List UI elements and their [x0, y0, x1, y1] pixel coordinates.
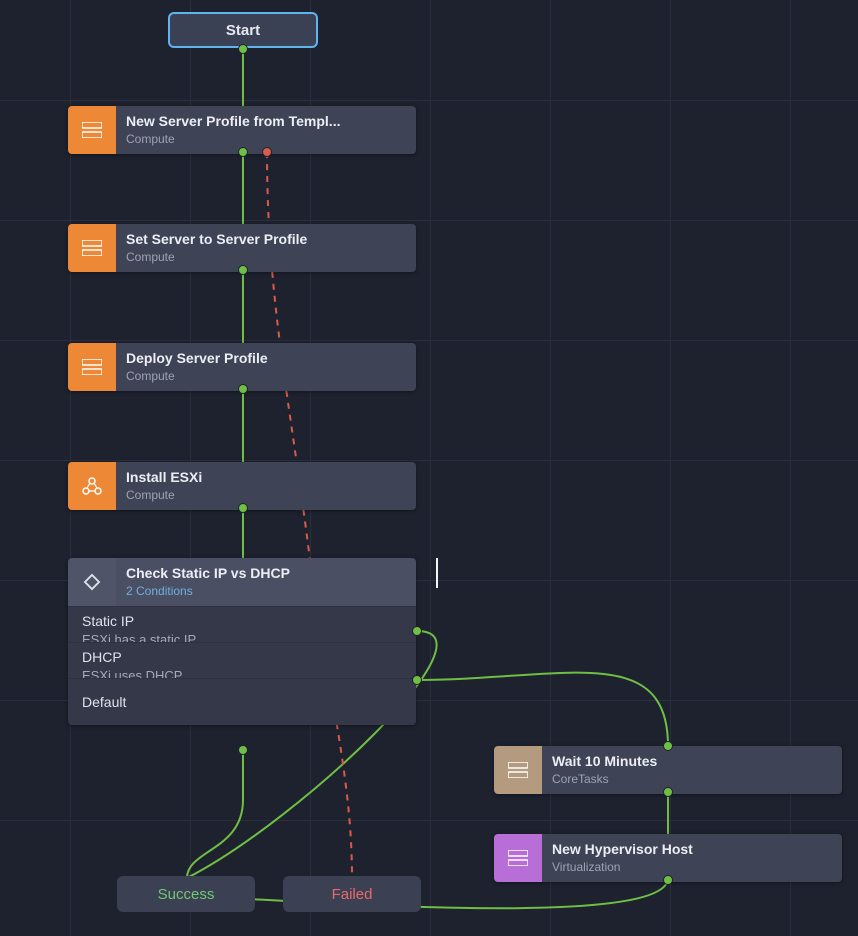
port-success[interactable] [238, 265, 248, 275]
task-title: New Server Profile from Templ... [126, 113, 406, 129]
condition-row-default[interactable]: Default [68, 678, 416, 725]
port-static-ip[interactable] [412, 626, 422, 636]
task-title: New Hypervisor Host [552, 841, 832, 857]
port-out[interactable] [238, 44, 248, 54]
condition-row-dhcp[interactable]: DHCP ESXi uses DHCP [68, 642, 416, 678]
task-title: Deploy Server Profile [126, 350, 406, 366]
server-icon [68, 224, 116, 272]
task-category: CoreTasks [552, 772, 832, 786]
diamond-icon [68, 558, 116, 606]
server-icon [494, 834, 542, 882]
alignment-guide [436, 558, 438, 588]
task-title: Install ESXi [126, 469, 406, 485]
condition-title: Check Static IP vs DHCP [126, 565, 406, 581]
condition-count: 2 Conditions [126, 584, 406, 598]
port-fail[interactable] [262, 147, 272, 157]
task-category: Compute [126, 132, 406, 146]
success-node[interactable]: Success [117, 876, 255, 912]
port-success[interactable] [238, 503, 248, 513]
port-out[interactable] [663, 875, 673, 885]
port-success[interactable] [238, 147, 248, 157]
task-title: Wait 10 Minutes [552, 753, 832, 769]
task-category: Compute [126, 488, 406, 502]
port-success[interactable] [238, 384, 248, 394]
failed-node[interactable]: Failed [283, 876, 421, 912]
server-icon [494, 746, 542, 794]
server-icon [68, 343, 116, 391]
start-label: Start [226, 22, 260, 39]
start-node[interactable]: Start [168, 12, 318, 48]
port-out[interactable] [663, 787, 673, 797]
port-in[interactable] [663, 741, 673, 751]
success-label: Success [158, 886, 215, 903]
task-category: Compute [126, 369, 406, 383]
workflow-canvas[interactable]: Start New Server Profile from Templ... C… [0, 0, 858, 936]
condition-check-ip[interactable]: Check Static IP vs DHCP 2 Conditions Sta… [68, 558, 416, 725]
condition-row-static-ip[interactable]: Static IP ESXi has a static IP [68, 606, 416, 642]
cluster-icon [68, 462, 116, 510]
failed-label: Failed [332, 886, 373, 903]
port-dhcp[interactable] [412, 675, 422, 685]
task-category: Virtualization [552, 860, 832, 874]
task-title: Set Server to Server Profile [126, 231, 406, 247]
server-icon [68, 106, 116, 154]
task-category: Compute [126, 250, 406, 264]
port-default[interactable] [238, 745, 248, 755]
